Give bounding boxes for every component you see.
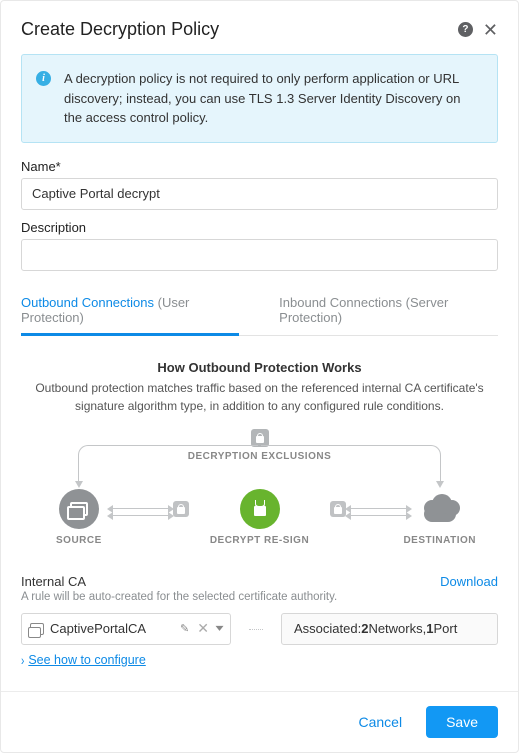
internal-ca-select[interactable]: CaptivePortalCA ✎ ✕ ▾	[21, 613, 231, 645]
how-to-configure: › See how to configure	[21, 653, 498, 667]
tab-inbound-label: Inbound Connections	[279, 295, 402, 310]
decrypt-label: DECRYPT RE-SIGN	[210, 535, 309, 546]
close-icon[interactable]: ✕	[483, 21, 498, 39]
internal-ca-row: Internal CA A rule will be auto-created …	[21, 574, 498, 603]
flow-arrow	[351, 508, 406, 509]
tab-outbound-label: Outbound Connections	[21, 295, 154, 310]
connection-tabs: Outbound Connections (User Protection) I…	[21, 295, 498, 336]
outbound-diagram: How Outbound Protection Works Outbound p…	[21, 360, 498, 564]
lock-icon	[330, 501, 346, 517]
modal-content: i A decryption policy is not required to…	[1, 54, 518, 667]
internal-ca-text: Internal CA A rule will be auto-created …	[21, 574, 337, 603]
edit-icon[interactable]: ✎	[180, 622, 189, 635]
flow-arrow	[113, 515, 168, 516]
source-node-icon	[59, 489, 99, 529]
flow-arrow	[113, 508, 168, 509]
name-label: Name*	[21, 159, 498, 174]
info-text: A decryption policy is not required to o…	[64, 71, 460, 125]
internal-ca-label: Internal CA	[21, 574, 337, 589]
assoc-port-label: Port	[433, 621, 457, 636]
decrypt-node-icon	[240, 489, 280, 529]
diagram-title: How Outbound Protection Works	[21, 360, 498, 375]
flow-arrow	[351, 515, 406, 516]
info-banner: i A decryption policy is not required to…	[21, 54, 498, 143]
arc-left	[78, 445, 258, 485]
diagram-canvas: DECRYPTION EXCLUSIONS SOURCE DECRYPT RE-…	[21, 429, 498, 564]
chevron-right-icon: ›	[21, 653, 24, 668]
assoc-port-count: 1	[426, 621, 433, 636]
internal-ca-hint: A rule will be auto-created for the sele…	[21, 591, 337, 603]
arrow-down-icon	[75, 481, 83, 488]
chevron-down-icon[interactable]: ▾	[215, 623, 223, 634]
device-icon	[30, 623, 44, 635]
ca-input-row: CaptivePortalCA ✎ ✕ ▾ Associated: 2 Netw…	[21, 613, 498, 645]
assoc-net-count: 2	[361, 621, 368, 636]
source-label: SOURCE	[56, 535, 102, 546]
modal-title: Create Decryption Policy	[21, 19, 219, 40]
modal-header: Create Decryption Policy ? ✕	[1, 1, 518, 54]
modal-footer: Cancel Save	[1, 691, 518, 752]
help-icon[interactable]: ?	[458, 22, 473, 37]
create-decryption-policy-modal: Create Decryption Policy ? ✕ i A decrypt…	[0, 0, 519, 753]
description-input[interactable]	[21, 239, 498, 271]
arrow-down-icon	[436, 481, 444, 488]
clear-icon[interactable]: ✕	[195, 620, 211, 637]
destination-label: DESTINATION	[403, 535, 476, 546]
lock-icon	[173, 501, 189, 517]
how-to-configure-link[interactable]: See how to configure	[28, 653, 145, 667]
internal-ca-value: CaptivePortalCA	[50, 621, 174, 636]
info-icon: i	[36, 71, 51, 86]
destination-node-icon	[420, 489, 460, 529]
associated-summary[interactable]: Associated: 2 Networks, 1 Port	[281, 613, 498, 645]
lock-icon	[251, 429, 269, 447]
description-label: Description	[21, 220, 498, 235]
save-button[interactable]: Save	[426, 706, 498, 738]
connector-line	[249, 629, 263, 630]
arc-right	[261, 445, 441, 485]
header-icons: ? ✕	[458, 21, 498, 39]
diagram-subtitle: Outbound protection matches traffic base…	[25, 379, 495, 415]
assoc-prefix: Associated:	[294, 621, 361, 636]
tab-inbound[interactable]: Inbound Connections (Server Protection)	[279, 295, 498, 335]
name-input[interactable]	[21, 178, 498, 210]
download-link[interactable]: Download	[440, 574, 498, 589]
tab-outbound[interactable]: Outbound Connections (User Protection)	[21, 295, 239, 335]
cancel-button[interactable]: Cancel	[352, 713, 408, 731]
assoc-net-label: Networks,	[368, 621, 426, 636]
